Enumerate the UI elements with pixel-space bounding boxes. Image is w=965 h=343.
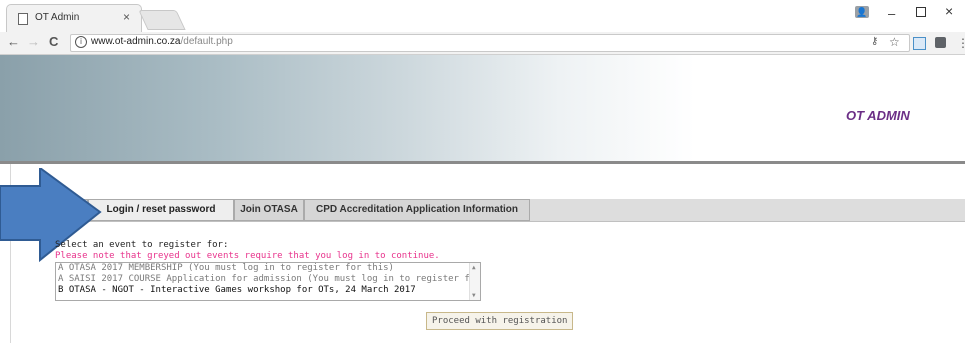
browser-toolbar: ← → C i www.ot-admin.co.za/default.php ⚷… [0, 32, 965, 55]
info-icon[interactable]: i [75, 36, 87, 48]
site-tabbar: Login / reset password Join OTASA CPD Ac… [12, 199, 965, 222]
back-arrow-icon[interactable]: ← [7, 34, 20, 49]
scroll-down-icon[interactable]: ▼ [472, 292, 476, 299]
maximize-icon[interactable] [916, 7, 926, 17]
listbox-scrollbar[interactable]: ▲ ▼ [469, 263, 480, 300]
browser-tabstrip: OT Admin × 👤 – × [0, 0, 965, 33]
url-text: www.ot-admin.co.za/default.php [91, 36, 233, 47]
close-icon[interactable]: × [123, 10, 130, 24]
extension-icon-2[interactable] [935, 37, 946, 48]
browser-tab-title: OT Admin [35, 12, 80, 23]
banner-divider [0, 161, 965, 164]
minimize-icon[interactable]: – [888, 6, 895, 21]
star-icon[interactable]: ☆ [889, 35, 900, 49]
forward-arrow-icon[interactable]: → [27, 34, 40, 49]
page-icon [18, 13, 28, 25]
browser-tab[interactable]: OT Admin × [6, 4, 142, 33]
event-option[interactable]: B OTASA - NGOT - Interactive Games works… [56, 285, 480, 296]
proceed-registration-button[interactable]: Proceed with registration [426, 312, 574, 330]
new-tab-button[interactable] [138, 10, 186, 30]
scroll-up-icon[interactable]: ▲ [472, 264, 476, 271]
user-icon[interactable]: 👤 [855, 6, 869, 18]
reload-icon[interactable]: C [49, 34, 58, 49]
url-path: /default.php [180, 36, 233, 47]
tab-cpd-accreditation[interactable]: CPD Accreditation Application Informatio… [304, 199, 530, 221]
address-bar[interactable]: i www.ot-admin.co.za/default.php ⚷ ☆ [70, 34, 910, 52]
event-listbox[interactable]: A OTASA 2017 MEMBERSHIP (You must log in… [55, 262, 481, 301]
greyed-out-note: Please note that greyed out events requi… [55, 251, 440, 261]
site-banner [0, 55, 965, 161]
window-close-icon[interactable]: × [945, 3, 953, 19]
event-option: A OTASA 2017 MEMBERSHIP (You must log in… [58, 263, 394, 273]
event-select-prompt: Select an event to register for: [55, 240, 229, 250]
event-option: A SAISI 2017 COURSE Application for admi… [58, 274, 481, 284]
key-icon[interactable]: ⚷ [871, 36, 878, 47]
extension-icon[interactable] [913, 37, 926, 50]
url-domain: www.ot-admin.co.za [91, 36, 181, 47]
tab-join-otasa[interactable]: Join OTASA [234, 199, 304, 221]
menu-icon[interactable]: ⋮ [957, 36, 965, 50]
site-brand: OT ADMIN [846, 108, 910, 123]
